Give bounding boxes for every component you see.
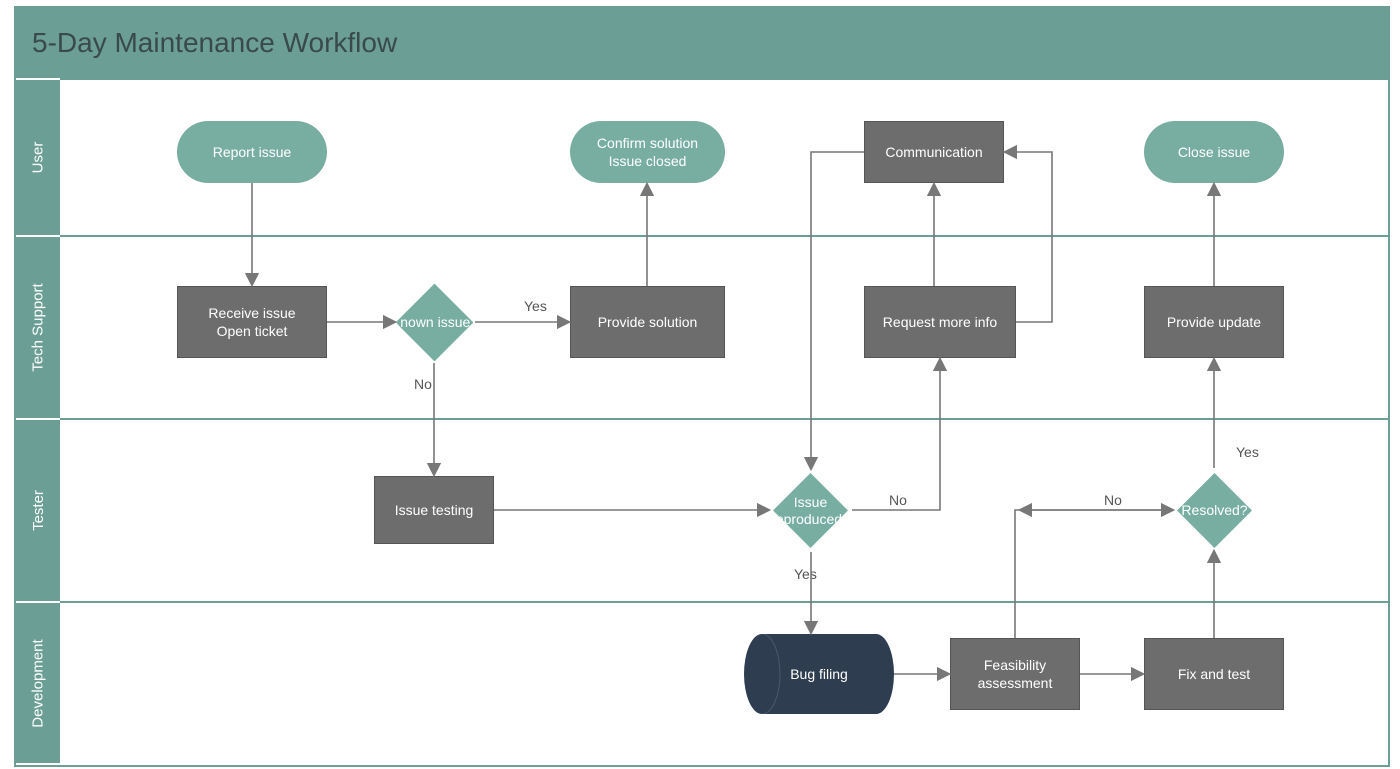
node-resolved: Resolved? [1188,484,1241,537]
title-text: 5-Day Maintenance Workflow [32,27,397,59]
node-label: Communication [885,143,982,161]
node-request-more-info: Request more info [864,286,1016,358]
diagram-title: 5-Day Maintenance Workflow [16,8,1388,78]
node-close-issue: Close issue [1144,121,1284,183]
node-label: Fix and test [1178,665,1250,683]
node-receive-issue: Receive issue Open ticket [177,286,327,358]
node-issue-testing: Issue testing [374,476,494,544]
node-label: Bug filing [790,666,848,682]
lane-development-label: Development [30,639,47,727]
edge-label-yes: Yes [524,298,547,314]
edge-label-yes: Yes [1236,444,1259,460]
node-label: Known issue? [391,314,478,331]
node-label: Close issue [1178,143,1250,161]
lane-separator [60,235,1388,237]
node-label: Issue testing [395,501,474,519]
node-known-issue: Known issue? [407,295,462,350]
lane-user: User [16,80,60,235]
lane-development: Development [16,603,60,763]
lane-tester-label: Tester [29,490,46,531]
node-issue-reproduced: Issue reproduced? [784,484,837,537]
node-label: Confirm solution Issue closed [597,134,698,170]
node-provide-solution: Provide solution [570,286,725,358]
lane-tester: Tester [16,420,60,601]
edge-label-no: No [889,492,907,508]
node-label: Request more info [883,313,997,331]
lane-tech-support-label: Tech Support [30,283,47,371]
node-fix-and-test: Fix and test [1144,638,1284,710]
lane-separator [60,418,1388,420]
node-label: Issue reproduced? [771,494,850,528]
node-communication: Communication [864,121,1004,183]
node-report-issue: Report issue [177,121,327,183]
lane-user-label: User [29,142,46,174]
node-label: Feasibility assessment [978,656,1053,692]
node-label: Provide solution [598,313,698,331]
node-label: Resolved? [1181,502,1247,519]
edge-label-no: No [1104,492,1122,508]
swimlane-diagram: 5-Day Maintenance Workflow User Tech Sup… [14,6,1390,767]
node-provide-update: Provide update [1144,286,1284,358]
node-bug-filing: Bug filing [744,634,894,714]
lane-tech-support: Tech Support [16,237,60,418]
node-label: Report issue [213,143,292,161]
lane-separator [60,78,1388,80]
node-confirm-solution: Confirm solution Issue closed [570,121,725,183]
node-label: Provide update [1167,313,1261,331]
node-label: Receive issue Open ticket [208,304,295,340]
lane-separator [60,601,1388,603]
node-feasibility: Feasibility assessment [950,638,1080,710]
edge-label-no: No [414,376,432,392]
edge-label-yes: Yes [794,566,817,582]
